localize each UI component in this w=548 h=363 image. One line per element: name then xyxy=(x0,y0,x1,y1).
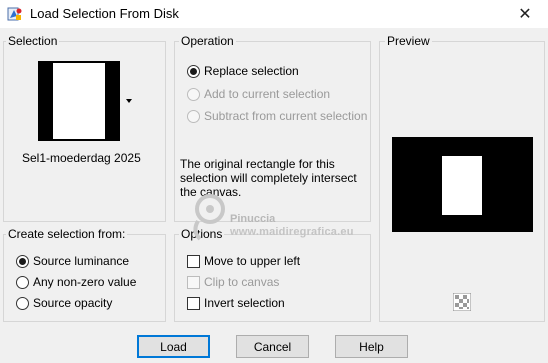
radio-indicator xyxy=(187,87,200,101)
options-group-label: Options xyxy=(179,227,225,241)
radio-indicator[interactable] xyxy=(187,64,200,78)
checkbox-move-to-upper-left[interactable]: Move to upper left xyxy=(187,253,300,269)
create-from-group-label: Create selection from: xyxy=(6,227,128,241)
radio-label: Subtract from current selection xyxy=(204,109,368,123)
load-button[interactable]: Load xyxy=(137,335,210,358)
help-button[interactable]: Help xyxy=(335,335,408,358)
operation-description: The original rectangle for this selectio… xyxy=(180,157,357,199)
operation-group-label: Operation xyxy=(179,34,236,48)
preview-canvas xyxy=(392,137,533,232)
checkbox-clip-to-canvas: Clip to canvas xyxy=(187,274,279,290)
checkbox-invert-selection[interactable]: Invert selection xyxy=(187,295,285,311)
selection-thumbnail[interactable] xyxy=(38,61,120,141)
radio-label: Add to current selection xyxy=(204,87,331,101)
checkbox-label: Invert selection xyxy=(204,296,285,310)
selection-thumbnail-white-area xyxy=(53,63,105,139)
radio-source-opacity[interactable]: Source opacity xyxy=(16,295,112,311)
radio-label: Any non-zero value xyxy=(33,275,137,289)
checkbox-label: Move to upper left xyxy=(204,254,301,268)
title-bar: Load Selection From Disk ✕ xyxy=(0,0,548,28)
checkbox-label: Clip to canvas xyxy=(204,275,280,289)
radio-indicator xyxy=(187,109,200,123)
radio-label: Replace selection xyxy=(204,64,299,78)
preview-selection-area xyxy=(442,156,482,215)
radio-subtract-from-current: Subtract from current selection xyxy=(187,108,367,124)
cancel-button[interactable]: Cancel xyxy=(236,335,309,358)
radio-indicator[interactable] xyxy=(16,275,29,289)
selection-filename: Sel1-moederdag 2025 xyxy=(22,151,141,165)
window-title: Load Selection From Disk xyxy=(30,6,179,21)
radio-replace-selection[interactable]: Replace selection xyxy=(187,63,299,79)
selection-group-label: Selection xyxy=(6,34,60,48)
checkbox-indicator[interactable] xyxy=(187,296,200,310)
radio-label: Source luminance xyxy=(33,254,130,268)
transparency-checker-icon[interactable] xyxy=(453,293,471,311)
radio-any-non-zero[interactable]: Any non-zero value xyxy=(16,274,136,290)
app-icon xyxy=(7,7,22,21)
close-button[interactable]: ✕ xyxy=(502,0,548,28)
checkbox-indicator xyxy=(187,275,200,289)
close-icon: ✕ xyxy=(518,6,532,23)
radio-source-luminance[interactable]: Source luminance xyxy=(16,253,129,269)
radio-indicator[interactable] xyxy=(16,254,29,268)
radio-indicator[interactable] xyxy=(16,296,29,310)
radio-add-to-current: Add to current selection xyxy=(187,86,330,102)
radio-label: Source opacity xyxy=(33,296,113,310)
checkbox-indicator[interactable] xyxy=(187,254,200,268)
triangle-down-icon[interactable] xyxy=(126,99,132,103)
preview-group-label: Preview xyxy=(385,34,432,48)
